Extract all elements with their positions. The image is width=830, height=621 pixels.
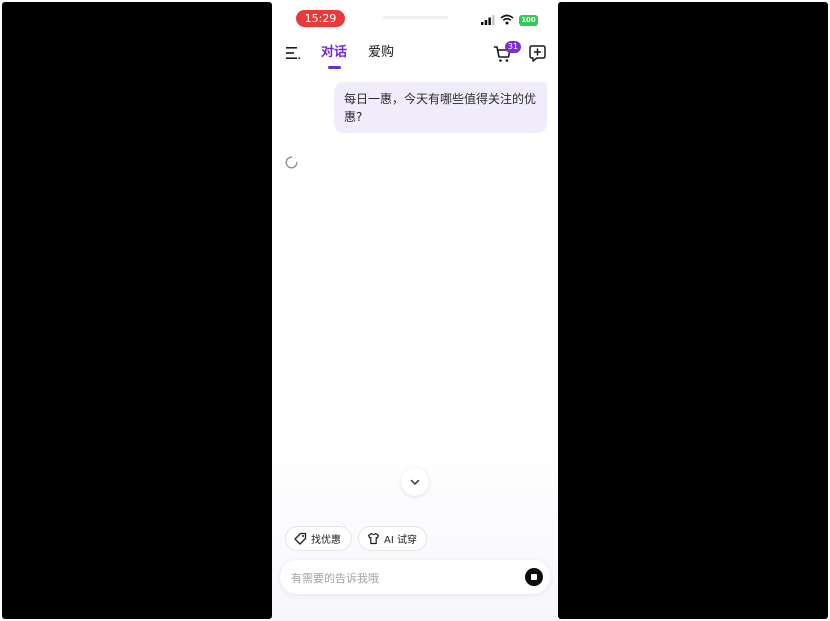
cellular-signal-icon — [481, 15, 495, 25]
shirt-icon — [367, 532, 380, 545]
stop-generation-button[interactable] — [525, 568, 543, 586]
wifi-icon — [500, 14, 514, 25]
message-composer — [280, 560, 550, 596]
dynamic-island-indicator — [382, 16, 448, 19]
status-time: 15:29 — [296, 10, 345, 27]
active-tab-indicator — [328, 66, 341, 69]
phone-screen: 15:29 100 对话 爱购 31 每日一惠，今天有哪些值得关注的优惠? 找优… — [272, 0, 558, 621]
new-chat-icon[interactable] — [528, 44, 547, 63]
chevron-down-icon — [410, 479, 420, 485]
ai-try-on-chip[interactable]: AI 试穿 — [358, 526, 427, 551]
battery-indicator: 100 — [519, 15, 538, 26]
user-message-bubble: 每日一惠，今天有哪些值得关注的优惠? — [334, 82, 547, 133]
stop-icon — [531, 574, 537, 580]
tab-shopping[interactable]: 爱购 — [368, 44, 394, 62]
find-deals-chip[interactable]: 找优惠 — [285, 526, 352, 551]
loading-spinner-icon — [285, 156, 298, 169]
right-letterbox — [558, 2, 828, 619]
menu-icon[interactable] — [285, 45, 301, 61]
cart-count-badge: 31 — [505, 41, 521, 53]
find-deals-label: 找优惠 — [311, 535, 341, 546]
tab-chat[interactable]: 对话 — [321, 44, 347, 62]
ai-try-on-label: AI 试穿 — [384, 535, 417, 546]
left-letterbox — [2, 2, 272, 619]
tag-icon — [294, 532, 307, 545]
message-input[interactable] — [289, 560, 513, 596]
scroll-to-bottom-button[interactable] — [401, 468, 429, 496]
